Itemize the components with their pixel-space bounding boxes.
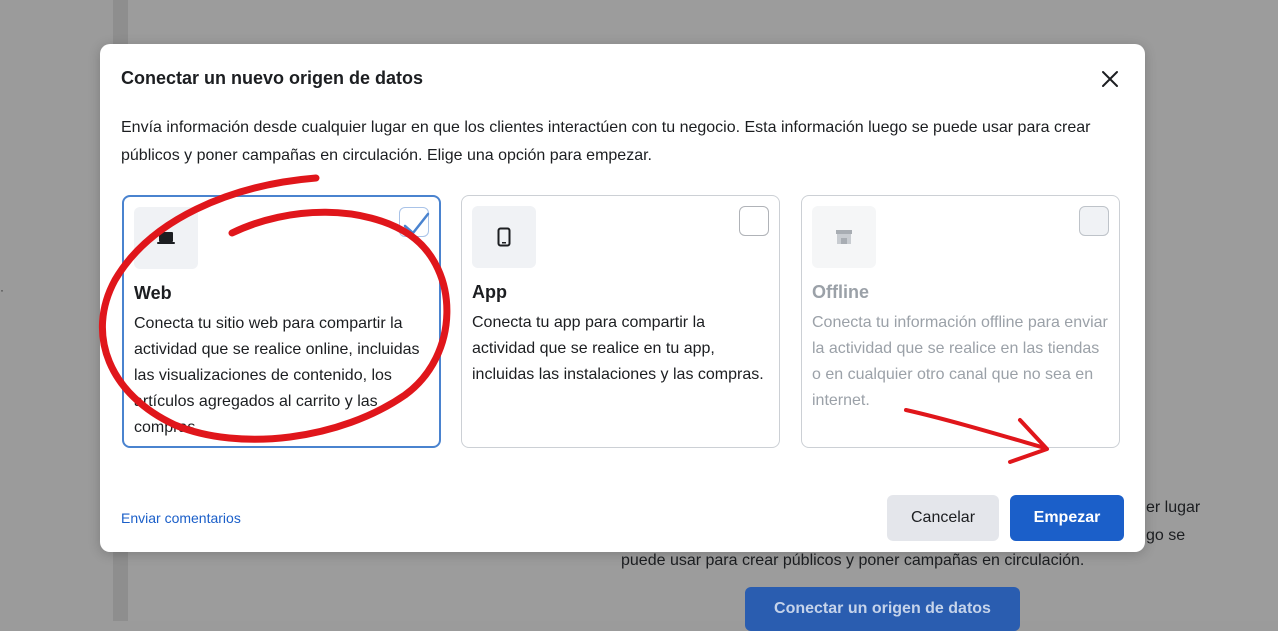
start-button[interactable]: Empezar (1010, 495, 1124, 541)
laptop-icon (157, 232, 175, 244)
send-feedback-link[interactable]: Enviar comentarios (121, 510, 241, 526)
option-checkbox[interactable] (739, 206, 769, 236)
close-button[interactable] (1099, 68, 1121, 90)
option-checkbox[interactable] (399, 207, 429, 237)
option-card-web[interactable]: Web Conecta tu sitio web para compartir … (122, 195, 441, 448)
icon-container (812, 206, 876, 268)
store-icon (836, 230, 852, 244)
option-title: Web (134, 283, 172, 303)
background-text-line: puede usar para crear públicos y poner c… (621, 552, 1085, 569)
option-checkbox[interactable] (1079, 206, 1109, 236)
background-sidebar (0, 0, 113, 621)
option-card-offline[interactable]: Offline Conecta tu información offline p… (801, 195, 1120, 448)
close-icon (1102, 71, 1118, 87)
dialog-title: Conectar un nuevo origen de datos (121, 68, 424, 88)
phone-icon (497, 227, 511, 247)
connect-data-source-dialog: Conectar un nuevo origen de datos Envía … (100, 44, 1145, 552)
icon-container (472, 206, 536, 268)
option-description: Conecta tu sitio web para compartir la a… (134, 315, 420, 436)
cancel-button[interactable]: Cancelar (887, 495, 999, 541)
option-title: Offline (812, 282, 869, 302)
background-connect-button[interactable]: Conectar un origen de datos (745, 587, 1020, 631)
option-card-app[interactable]: App Conecta tu app para compartir la act… (461, 195, 780, 448)
background-text-line: er lugar (1146, 499, 1201, 516)
option-description: Conecta tu app para compartir la activid… (472, 314, 764, 383)
icon-container (134, 207, 198, 269)
option-description: Conecta tu información offline para envi… (812, 314, 1108, 409)
background-marker: · (0, 283, 4, 297)
background-text-line: go se (1146, 527, 1186, 544)
dialog-description: Envía información desde cualquier lugar … (121, 119, 1091, 164)
option-title: App (472, 282, 507, 302)
